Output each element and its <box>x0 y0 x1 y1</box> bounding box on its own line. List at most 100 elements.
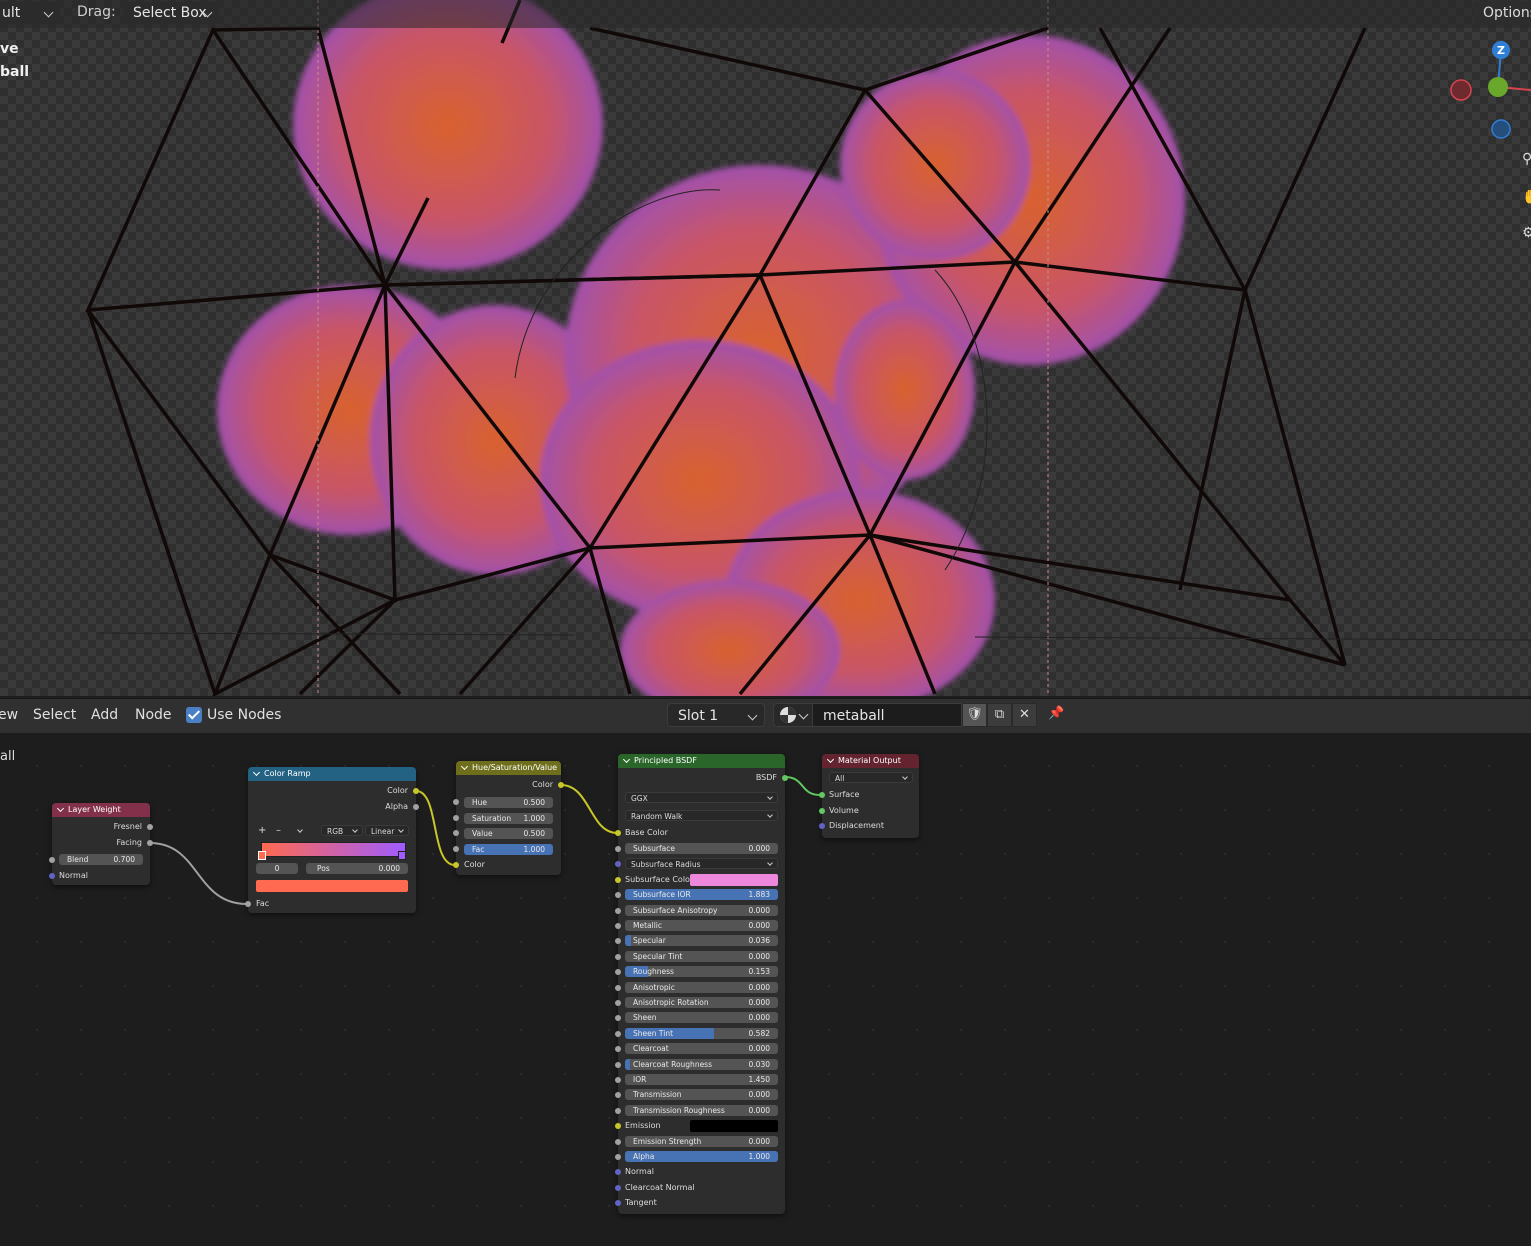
use-nodes-checkbox[interactable] <box>186 707 202 723</box>
slot-dropdown[interactable]: Slot 1 <box>667 703 765 727</box>
add-stop-button[interactable]: + <box>258 825 266 837</box>
emission-strength-input-socket[interactable] <box>615 1139 621 1145</box>
blend-field[interactable]: Blend 0.700 <box>59 854 143 865</box>
chevron-down-icon[interactable] <box>297 827 303 833</box>
subsurface-color-input-socket[interactable] <box>615 877 621 883</box>
fresnel-output-socket[interactable] <box>147 824 153 830</box>
ior-field[interactable]: IOR 1.450 <box>625 1074 778 1085</box>
remove-stop-button[interactable]: – <box>276 825 281 837</box>
facing-output-socket[interactable] <box>147 840 153 846</box>
specular-field[interactable]: Specular 0.036 <box>625 935 778 946</box>
pin-icon[interactable]: 📌 <box>1044 703 1069 727</box>
sheen-input-socket[interactable] <box>615 1015 621 1021</box>
camera-icon[interactable]: ⚙ <box>1522 226 1531 240</box>
clearcoat-field[interactable]: Clearcoat 0.000 <box>625 1043 778 1054</box>
anisotropic-input-socket[interactable] <box>615 985 621 991</box>
material-output-node[interactable]: Material Output All Surface Volume Displ… <box>819 754 919 838</box>
subsurface-ior-input-socket[interactable] <box>615 892 621 898</box>
transmission-input-socket[interactable] <box>615 1092 621 1098</box>
material-output-header[interactable]: Material Output <box>822 754 919 768</box>
sheen-field[interactable]: Sheen 0.000 <box>625 1012 778 1023</box>
alpha-output-socket[interactable] <box>413 804 419 810</box>
specular-tint-field[interactable]: Specular Tint 0.000 <box>625 951 778 962</box>
interpolation-dropdown[interactable]: Linear <box>365 825 409 836</box>
normal-input-socket[interactable] <box>615 1169 621 1175</box>
clearcoat-normal-input-socket[interactable] <box>615 1185 621 1191</box>
alpha-input-socket[interactable] <box>615 1154 621 1160</box>
menu-add[interactable]: Add <box>91 707 118 723</box>
fac-input-socket[interactable] <box>245 901 251 907</box>
clearcoat-input-socket[interactable] <box>615 1046 621 1052</box>
anisotropic-field[interactable]: Anisotropic 0.000 <box>625 982 778 993</box>
stop-index-field[interactable]: 0 <box>256 863 298 874</box>
subsurface-color-color-swatch[interactable] <box>690 874 778 886</box>
tangent-input-socket[interactable] <box>615 1200 621 1206</box>
output-target-dropdown[interactable]: All <box>829 772 913 783</box>
stop-position-field[interactable]: Pos 0.000 <box>306 863 408 874</box>
ramp-stop-right[interactable] <box>398 851 406 860</box>
stop-color-swatch[interactable] <box>256 880 408 892</box>
color-input-socket[interactable] <box>453 862 459 868</box>
bsdf-output-socket[interactable] <box>782 775 788 781</box>
drag-select-dropdown[interactable]: Select Box <box>123 2 219 24</box>
distribution-dropdown[interactable]: GGX <box>625 792 778 803</box>
subsurface-radius-dropdown[interactable]: Subsurface Radius <box>625 858 778 869</box>
menu-select[interactable]: Select <box>33 707 76 723</box>
subsurface-input-socket[interactable] <box>615 846 621 852</box>
transmission-roughness-input-socket[interactable] <box>615 1108 621 1114</box>
material-name-field[interactable]: metaball <box>812 703 962 727</box>
displacement-input-socket[interactable] <box>819 823 825 829</box>
transmission-field[interactable]: Transmission 0.000 <box>625 1089 778 1100</box>
hue-field[interactable]: Hue 0.500 <box>464 797 553 808</box>
emission-color-swatch[interactable] <box>690 1120 778 1132</box>
roughness-field[interactable]: Roughness 0.153 <box>625 966 778 977</box>
node-editor-canvas[interactable]: all Layer Weight Fresnel Facing Blend 0.… <box>0 733 1531 1246</box>
roughness-input-socket[interactable] <box>615 969 621 975</box>
base-color-input-socket[interactable] <box>615 830 621 836</box>
fac-field[interactable]: Fac 1.000 <box>464 844 553 855</box>
menu-node[interactable]: Node <box>135 707 172 723</box>
fac-input-socket[interactable] <box>453 846 459 852</box>
mode-dropdown[interactable]: ult <box>0 2 60 24</box>
hsv-header[interactable]: Hue/Saturation/Value <box>456 761 561 775</box>
specular-input-socket[interactable] <box>615 938 621 944</box>
bsdf-header[interactable]: Principled BSDF <box>618 754 785 768</box>
sheen-tint-input-socket[interactable] <box>615 1031 621 1037</box>
value-input-socket[interactable] <box>453 830 459 836</box>
metallic-field[interactable]: Metallic 0.000 <box>625 920 778 931</box>
menu-view[interactable]: ew <box>0 707 18 723</box>
subsurface-anisotropy-field[interactable]: Subsurface Anisotropy 0.000 <box>625 905 778 916</box>
anisotropic-rotation-field[interactable]: Anisotropic Rotation 0.000 <box>625 997 778 1008</box>
layer-weight-node[interactable]: Layer Weight Fresnel Facing Blend 0.700 … <box>49 803 153 885</box>
emission-strength-field[interactable]: Emission Strength 0.000 <box>625 1136 778 1147</box>
subsurface-method-dropdown[interactable]: Random Walk <box>625 810 778 821</box>
navigation-gizmo[interactable]: Z <box>1440 30 1531 150</box>
color-ramp-node[interactable]: Color Ramp Color Alpha + – RGB Linear 0 … <box>245 767 419 913</box>
pan-hand-icon[interactable]: ✋ <box>1522 190 1531 204</box>
blend-input-socket[interactable] <box>49 857 55 863</box>
color-output-socket[interactable] <box>558 782 564 788</box>
surface-input-socket[interactable] <box>819 792 825 798</box>
saturation-field[interactable]: Saturation 1.000 <box>464 813 553 824</box>
ramp-stop-left[interactable] <box>258 851 266 860</box>
subsurface-radius-input-socket[interactable] <box>615 861 621 867</box>
color-ramp-gradient[interactable] <box>261 842 406 857</box>
duplicate-material-icon[interactable]: ⧉ <box>987 703 1012 727</box>
fake-user-shield-icon[interactable]: 🛡 <box>962 703 987 727</box>
ior-input-socket[interactable] <box>615 1077 621 1083</box>
principled-bsdf-node[interactable]: Principled BSDF BSDF GGX Random Walk Bas… <box>615 754 788 1214</box>
metallic-input-socket[interactable] <box>615 923 621 929</box>
material-browse-button[interactable] <box>773 703 813 727</box>
normal-input-socket[interactable] <box>49 873 55 879</box>
value-field[interactable]: Value 0.500 <box>464 828 553 839</box>
sheen-tint-field[interactable]: Sheen Tint 0.582 <box>625 1028 778 1039</box>
transmission-roughness-field[interactable]: Transmission Roughness 0.000 <box>625 1105 778 1116</box>
color-output-socket[interactable] <box>413 788 419 794</box>
3d-viewport[interactable]: ult Drag: Select Box Options ve ball Z ⚲… <box>0 0 1531 696</box>
emission-input-socket[interactable] <box>615 1123 621 1129</box>
anisotropic-rotation-input-socket[interactable] <box>615 1000 621 1006</box>
specular-tint-input-socket[interactable] <box>615 954 621 960</box>
clearcoat-roughness-input-socket[interactable] <box>615 1062 621 1068</box>
volume-input-socket[interactable] <box>819 808 825 814</box>
subsurface-field[interactable]: Subsurface 0.000 <box>625 843 778 854</box>
